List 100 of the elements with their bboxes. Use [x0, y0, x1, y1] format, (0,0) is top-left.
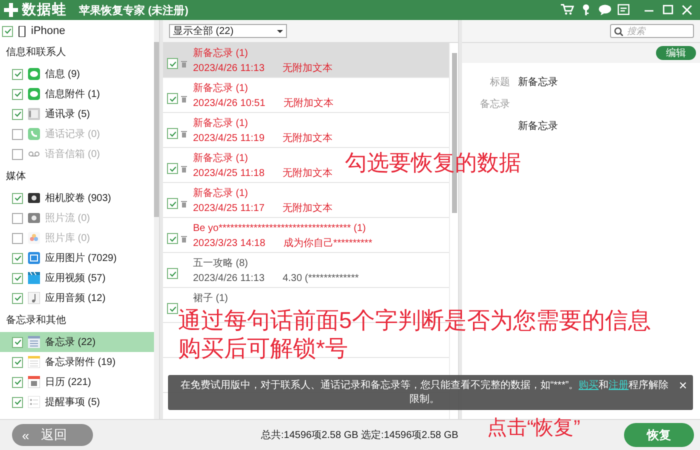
- edit-button[interactable]: 编辑: [656, 46, 696, 60]
- picture-icon: [28, 252, 40, 264]
- note-date: 2023/4/26 10:51: [193, 98, 266, 110]
- note-date: 2023/4/26 11:13: [193, 63, 265, 75]
- checkbox[interactable]: [167, 268, 178, 279]
- clapper-icon: [28, 272, 40, 284]
- cart-icon[interactable]: [560, 3, 574, 17]
- field-value: 新备忘录: [518, 76, 559, 89]
- checkbox[interactable]: [167, 303, 178, 314]
- contacts-icon: [28, 108, 40, 120]
- close-button[interactable]: [680, 3, 694, 17]
- checkbox[interactable]: [167, 58, 178, 69]
- note-snippet: 无附加文本: [283, 98, 334, 110]
- note-date: 2023/3/23 14:18: [193, 238, 266, 250]
- trash-icon: [181, 60, 187, 68]
- checkbox[interactable]: [12, 396, 23, 408]
- note-row[interactable]: 新备忘录 (1) 2023/4/26 10:51 无附加文本: [163, 78, 338, 112]
- checkbox[interactable]: [12, 68, 23, 80]
- checkbox[interactable]: [167, 93, 178, 104]
- checkbox[interactable]: [12, 292, 23, 304]
- note-date: 2023/4/26 11:13: [193, 273, 265, 285]
- note-row[interactable]: 新备忘录 (1) 2023/4/25 11:18 无附加文本: [163, 148, 337, 182]
- category-item[interactable]: 备忘录 (22): [0, 332, 154, 352]
- checkbox[interactable]: [12, 356, 23, 368]
- group-heading: 备忘录和其他: [5, 314, 67, 328]
- maximize-button[interactable]: [661, 3, 675, 17]
- recover-button[interactable]: 恢复: [624, 423, 694, 447]
- note-title: 新备忘录 (1): [193, 153, 249, 165]
- status-text: 总共:14596项2.58 GB 选定:14596项2.58 GB: [261, 428, 460, 442]
- search-field[interactable]: 搜索: [610, 24, 694, 38]
- category-item[interactable]: 提醒事项 (5): [0, 392, 154, 412]
- category-item[interactable]: 通讯录 (5): [0, 104, 154, 124]
- notepad-icon: [28, 336, 40, 348]
- notepad-icon: [28, 356, 40, 368]
- checkbox[interactable]: [167, 128, 178, 139]
- buy-link[interactable]: 购买: [578, 380, 599, 390]
- note-snippet: 无附加文本: [282, 203, 333, 215]
- close-button[interactable]: ×: [678, 379, 687, 391]
- note-title: Be yo********************************** (1): [193, 223, 367, 235]
- annotation-text: 勾选要恢复的数据: [345, 152, 521, 174]
- note-date: 2023/4/25 11:19: [193, 133, 265, 145]
- note-title: 新备忘录 (1): [193, 118, 249, 130]
- category-item[interactable]: 应用图片 (7029): [0, 248, 154, 268]
- annotation-text: 通过每句话前面5个字判断是否为您需要的信息: [178, 309, 651, 332]
- checkbox[interactable]: [12, 252, 23, 264]
- note-row[interactable]: 新备忘录 (1) 2023/4/25 11:19 无附加文本: [163, 113, 337, 147]
- note-snippet: 成为你自己**********: [283, 238, 372, 250]
- checkbox[interactable]: [12, 336, 23, 348]
- app-name: 数据蛙: [22, 1, 67, 19]
- camera-icon: [28, 212, 40, 224]
- category-item[interactable]: 日历 (221): [0, 372, 154, 392]
- note-row[interactable]: 五一攻略 (8) 2023/4/26 11:13 4.30 (*************: [163, 253, 363, 287]
- group-heading: 信息和联系人: [5, 46, 67, 60]
- checkbox[interactable]: [12, 88, 23, 100]
- note-date: 2023/4/25 11:17: [193, 203, 265, 215]
- calendar-icon: [28, 376, 40, 388]
- window-title: 苹果恢复专家 (未注册): [79, 4, 190, 18]
- category-item[interactable]: 应用视频 (57): [0, 268, 154, 288]
- checkbox[interactable]: [2, 26, 13, 36]
- checkbox[interactable]: [12, 376, 23, 388]
- device-name: iPhone: [31, 25, 66, 37]
- note-row[interactable]: Be yo********************************** (1) 2023/3/23 14:18 成为你自己**********: [163, 218, 376, 252]
- trash-icon: [181, 200, 187, 208]
- note-title: 五一攻略 (8): [193, 258, 249, 270]
- annotation-text: 点击“恢复”: [487, 418, 580, 438]
- camera-icon: [28, 192, 40, 204]
- caret-icon: [277, 30, 283, 32]
- checkbox[interactable]: [167, 233, 178, 244]
- checkbox[interactable]: [167, 198, 178, 209]
- annotation-text: 购买后可解锁*号: [178, 337, 348, 360]
- checkbox[interactable]: [12, 272, 23, 284]
- filter-dropdown[interactable]: 显示全部 (22): [169, 24, 287, 38]
- note-snippet: 4.30 (*************: [282, 273, 359, 285]
- note-snippet: 无附加文本: [282, 168, 333, 180]
- message-icon: [28, 88, 40, 100]
- music-note-icon: [28, 292, 40, 304]
- checkbox[interactable]: [12, 192, 23, 204]
- field-label: 备忘录: [479, 98, 510, 111]
- phone-icon: [18, 26, 26, 36]
- note-title: 新备忘录 (1): [193, 188, 249, 200]
- register-link[interactable]: 注册: [608, 380, 629, 390]
- field-value: 新备忘录: [518, 120, 559, 133]
- note-snippet: 无附加文本: [282, 63, 333, 75]
- group-heading: 媒体: [5, 170, 27, 184]
- note-title: 裙子 (1): [193, 293, 228, 305]
- category-item[interactable]: 相机胶卷 (903): [0, 188, 154, 208]
- note-row[interactable]: 新备忘录 (1) 2023/4/25 11:17 无附加文本: [163, 183, 337, 217]
- phone-icon: [28, 128, 40, 140]
- flower-icon: [28, 232, 40, 244]
- trash-icon: [181, 130, 187, 138]
- chat-icon[interactable]: [598, 3, 612, 17]
- checkbox[interactable]: [12, 108, 23, 120]
- category-item[interactable]: 应用音频 (12): [0, 288, 154, 308]
- scrollbar[interactable]: [154, 20, 159, 419]
- category-item[interactable]: 信息 (9): [0, 64, 154, 84]
- trash-icon: [181, 164, 187, 172]
- feedback-icon[interactable]: [617, 3, 631, 17]
- category-item[interactable]: 信息附件 (1): [0, 84, 154, 104]
- category-item[interactable]: 备忘录附件 (19): [0, 352, 154, 372]
- checkbox[interactable]: [167, 163, 178, 174]
